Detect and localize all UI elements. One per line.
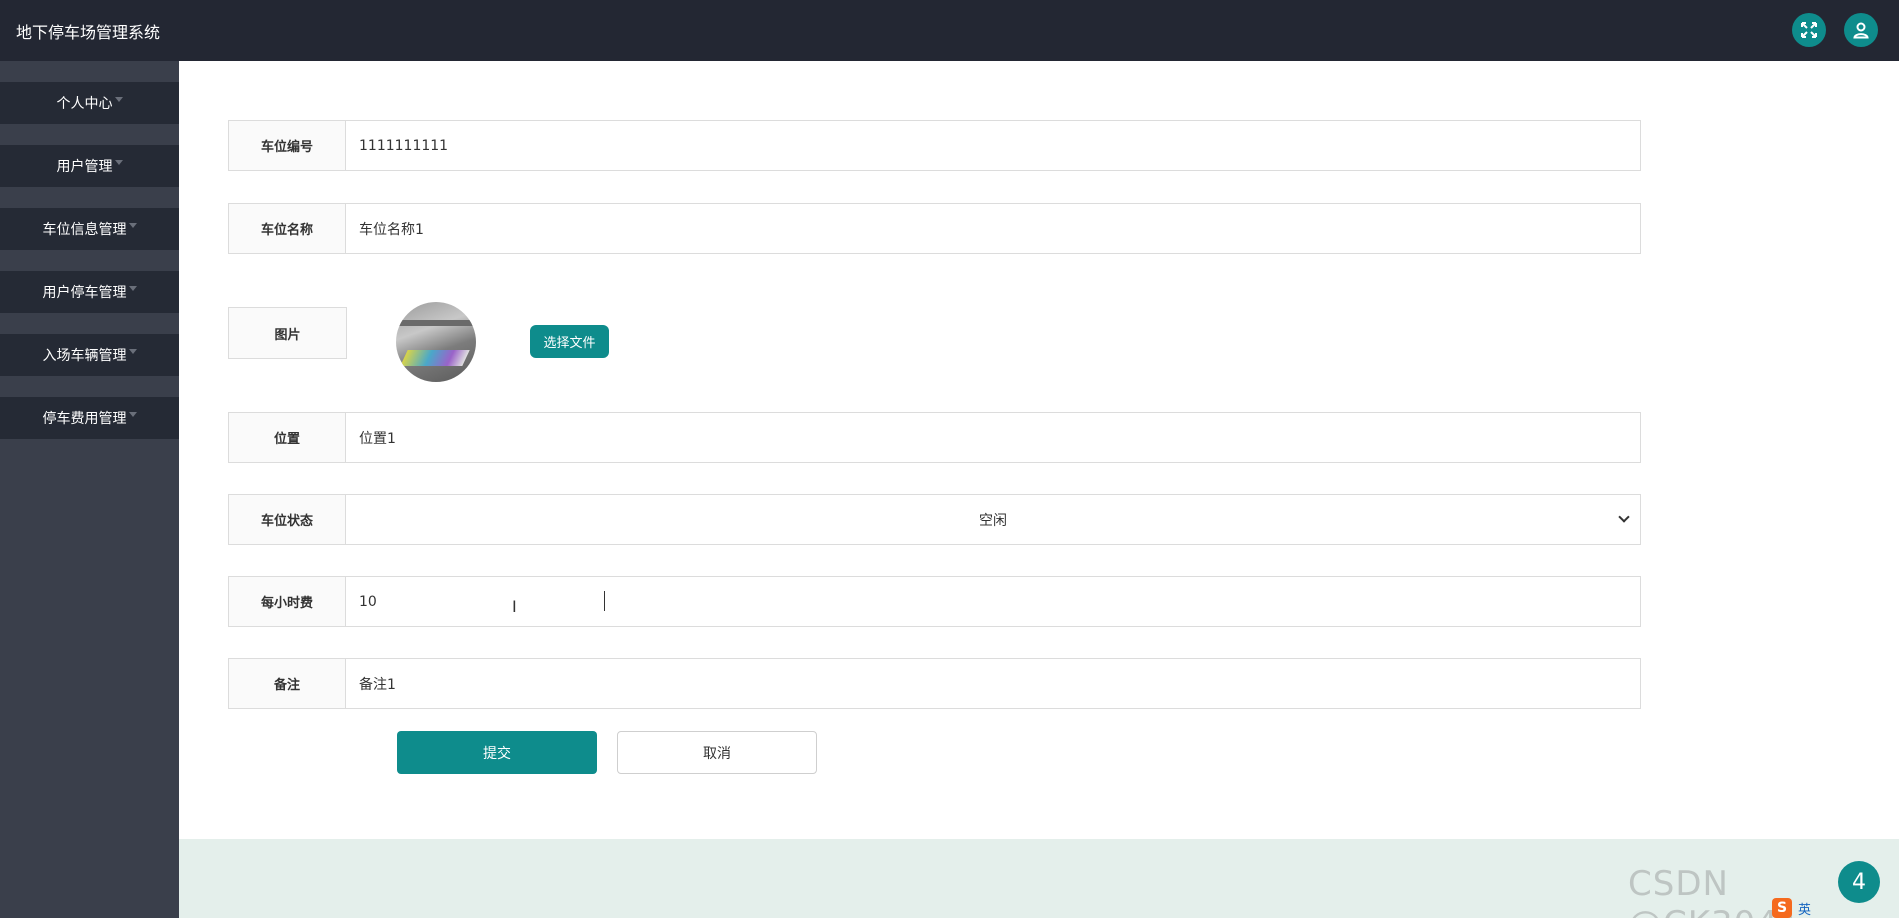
- location-input[interactable]: [346, 413, 1640, 462]
- remark-input[interactable]: [346, 659, 1640, 708]
- chevron-down-icon: [1618, 511, 1630, 523]
- caret-down-icon: [114, 159, 123, 165]
- app-title: 地下停车场管理系统: [16, 23, 161, 42]
- field-label: 备注: [229, 659, 346, 708]
- form-row-location: 位置: [228, 412, 1641, 463]
- form-row-status: 车位状态 空闲: [228, 494, 1641, 545]
- sidebar-item-label: 车位信息管理: [42, 222, 127, 238]
- field-label: 车位名称: [229, 204, 346, 253]
- space-code-input[interactable]: [346, 121, 1640, 170]
- sidebar: 个人中心 用户管理 车位信息管理 用户停车管理 入场车辆管理 停车费用管理: [0, 61, 179, 918]
- ime-language-label: 英: [1798, 902, 1812, 918]
- text-cursor-icon: I: [512, 597, 517, 616]
- field-label: 每小时费: [229, 577, 346, 626]
- field-label: 车位编号: [229, 121, 346, 170]
- sidebar-item-label: 用户停车管理: [42, 285, 127, 301]
- cancel-button[interactable]: 取消: [617, 731, 817, 774]
- caret-down-icon: [128, 222, 137, 228]
- sidebar-item-label: 用户管理: [56, 159, 113, 175]
- space-image-thumbnail: [396, 302, 476, 382]
- expand-icon[interactable]: [1792, 13, 1826, 47]
- watermark-text: CSDN @CK3041: [1628, 864, 1801, 918]
- field-label: 位置: [229, 413, 346, 462]
- sidebar-item-space-info[interactable]: 车位信息管理: [0, 208, 179, 250]
- user-icon[interactable]: [1844, 13, 1878, 47]
- sidebar-item-label: 个人中心: [56, 96, 113, 112]
- status-selected-value: 空闲: [979, 512, 1007, 529]
- form-row-remark: 备注: [228, 658, 1641, 709]
- ime-toolbar[interactable]: S 英: [1772, 898, 1811, 918]
- sidebar-item-label: 停车费用管理: [42, 411, 127, 427]
- choose-file-button[interactable]: 选择文件: [530, 325, 609, 358]
- sidebar-item-user-management[interactable]: 用户管理: [0, 145, 179, 187]
- sidebar-item-user-parking[interactable]: 用户停车管理: [0, 271, 179, 313]
- caret-down-icon: [128, 411, 137, 417]
- submit-button[interactable]: 提交: [397, 731, 597, 774]
- form-row-fee: 每小时费: [228, 576, 1641, 627]
- image-label: 图片: [228, 307, 347, 359]
- form-row-code: 车位编号: [228, 120, 1641, 171]
- text-caret: [604, 591, 605, 611]
- status-select[interactable]: 空闲: [346, 495, 1640, 544]
- sidebar-item-personal-center[interactable]: 个人中心: [0, 82, 179, 124]
- top-bar: 地下停车场管理系统: [0, 0, 1899, 61]
- sidebar-item-label: 入场车辆管理: [42, 348, 127, 364]
- field-label: 车位状态: [229, 495, 346, 544]
- ime-logo-icon: S: [1772, 898, 1792, 918]
- caret-down-icon: [128, 285, 137, 291]
- caret-down-icon: [114, 96, 123, 102]
- form-row-name: 车位名称: [228, 203, 1641, 254]
- space-name-input[interactable]: [346, 204, 1640, 253]
- caret-down-icon: [128, 348, 137, 354]
- sidebar-item-vehicle-entry[interactable]: 入场车辆管理: [0, 334, 179, 376]
- sidebar-item-parking-fee[interactable]: 停车费用管理: [0, 397, 179, 439]
- hourly-fee-input[interactable]: [346, 577, 1640, 626]
